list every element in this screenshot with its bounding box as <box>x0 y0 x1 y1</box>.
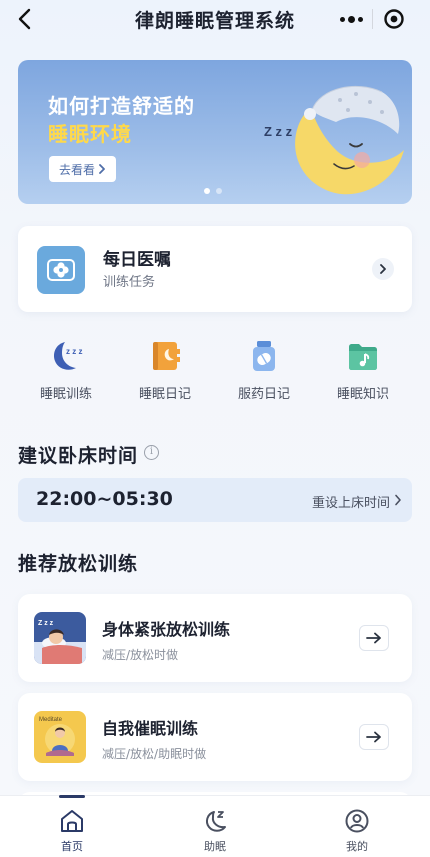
quick-item-label: 睡眠训练 <box>39 387 92 402</box>
quick-item-sleep-training[interactable]: z z z 睡眠训练 <box>23 334 109 404</box>
chevron-right-icon <box>395 494 401 506</box>
close-target-icon[interactable] <box>373 4 414 34</box>
thumb-meditate-text: Meditate <box>39 717 63 723</box>
relax-section-title: 推荐放松训练 <box>18 553 139 575</box>
bedtime-value: 22:00~05:30 <box>36 488 173 510</box>
banner-pagination <box>204 188 222 194</box>
user-icon <box>345 809 369 833</box>
quick-item-sleep-knowledge[interactable]: 睡眠知识 <box>320 334 406 404</box>
quick-item-label: 服药日记 <box>237 387 290 402</box>
reset-bedtime-link[interactable]: 重设上床时间 <box>312 492 390 511</box>
home-icon <box>61 810 83 832</box>
mini-program-capsule <box>330 4 414 34</box>
training-title: 自我催眠训练 <box>102 719 199 738</box>
quick-entry-grid: z z z 睡眠训练 睡眠日记 服药日记 睡眠知识 <box>18 334 412 404</box>
banner-go-button[interactable]: 去看看 <box>49 156 117 182</box>
arrow-right-icon[interactable] <box>359 625 389 651</box>
daily-order-card[interactable]: 每日医嘱 训练任务 <box>18 226 412 312</box>
music-folder-icon <box>349 344 377 370</box>
promo-banner[interactable]: 如何打造舒适的 睡眠环境 去看看 Z z z <box>18 60 412 204</box>
quick-item-label: 睡眠知识 <box>336 387 389 402</box>
quick-item-medication-diary[interactable]: 服药日记 <box>221 334 307 404</box>
svg-text:z z z: z z z <box>66 347 82 356</box>
medicine-bottle-icon <box>253 341 275 371</box>
tab-profile[interactable]: 我的 <box>317 796 397 857</box>
quick-item-label: 睡眠日记 <box>138 387 191 402</box>
moon-z-icon <box>205 811 226 832</box>
bedtime-row[interactable]: 22:00~05:30 重设上床时间 <box>18 478 412 522</box>
nav-bar: 律朗睡眠管理系统 <box>0 0 430 40</box>
training-title: 身体紧张放松训练 <box>102 620 231 639</box>
training-subtitle: 减压/放松时做 <box>102 648 179 662</box>
body-relax-thumbnail: Z z z <box>34 612 86 664</box>
chevron-right-icon[interactable] <box>372 258 394 280</box>
flower-icon <box>37 246 85 294</box>
self-hypnosis-thumbnail: Meditate <box>34 711 86 763</box>
chevron-right-icon <box>99 164 105 174</box>
tab-label: 首页 <box>61 840 83 853</box>
bottom-tab-bar: 首页 助眠 我的 <box>0 795 430 857</box>
quick-item-sleep-diary[interactable]: 睡眠日记 <box>122 334 208 404</box>
tab-label: 我的 <box>346 840 368 853</box>
tab-home[interactable]: 首页 <box>32 796 112 857</box>
banner-title-line1: 如何打造舒适的 <box>48 94 195 118</box>
more-options-icon[interactable] <box>330 4 372 34</box>
training-subtitle: 减压/放松/助眠时做 <box>102 747 207 761</box>
bedtime-section-title: 建议卧床时间 <box>18 445 139 467</box>
tab-label: 助眠 <box>204 840 226 853</box>
notebook-moon-icon <box>153 342 180 370</box>
sleeping-moon-illustration: Z z z <box>264 85 404 195</box>
moon-zzz-icon: z z z <box>54 342 82 370</box>
banner-zzz-text: Z z z <box>264 124 293 139</box>
arrow-right-icon[interactable] <box>359 724 389 750</box>
daily-order-title: 每日医嘱 <box>103 250 171 270</box>
banner-go-label: 去看看 <box>59 162 96 177</box>
info-icon[interactable]: i <box>144 445 159 460</box>
banner-title-line2: 睡眠环境 <box>48 122 132 146</box>
thumb-zzz-text: Z z z <box>38 620 54 627</box>
daily-order-subtitle: 训练任务 <box>103 275 156 290</box>
tab-sleep-aid[interactable]: 助眠 <box>175 796 255 857</box>
training-card[interactable]: Meditate 自我催眠训练 减压/放松/助眠时做 <box>18 693 412 781</box>
training-card[interactable]: Z z z 身体紧张放松训练 减压/放松时做 <box>18 594 412 682</box>
